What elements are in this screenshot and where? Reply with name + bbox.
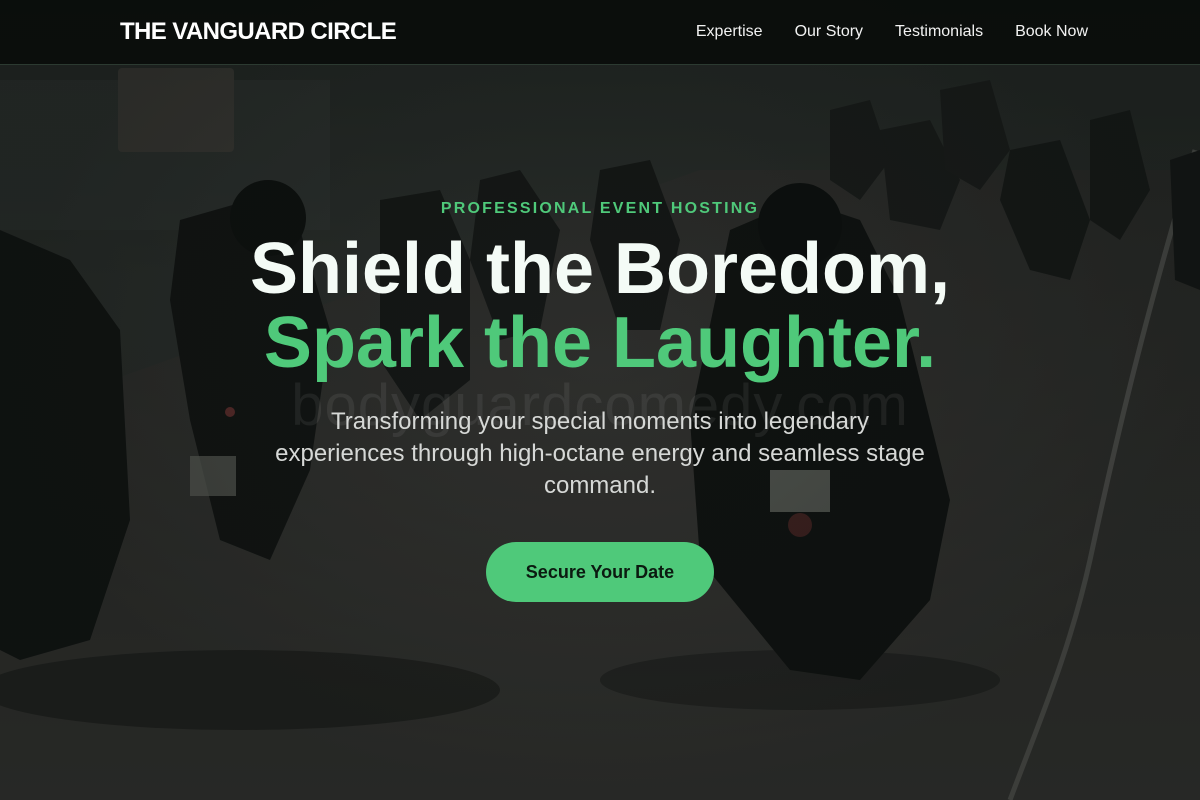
secure-your-date-button[interactable]: Secure Your Date bbox=[486, 542, 714, 602]
headline-line-2: Spark the Laughter. bbox=[263, 303, 937, 383]
nav-link-our-story[interactable]: Our Story bbox=[795, 23, 863, 41]
hero-eyebrow: PROFESSIONAL EVENT HOSTING bbox=[440, 200, 760, 217]
hero-headline: Shield the Boredom, Spark the Laughter. bbox=[0, 232, 1200, 380]
nav-link-expertise[interactable]: Expertise bbox=[696, 23, 763, 41]
nav-link-testimonials[interactable]: Testimonials bbox=[895, 23, 983, 41]
nav-link-book-now[interactable]: Book Now bbox=[1015, 23, 1088, 41]
hero-section: THE VANGUARD CIRCLE Expertise Our Story … bbox=[0, 0, 1200, 800]
headline-line-1: Shield the Boredom, bbox=[249, 229, 951, 309]
brand-logo[interactable]: THE VANGUARD CIRCLE bbox=[120, 18, 397, 46]
top-navbar: THE VANGUARD CIRCLE Expertise Our Story … bbox=[0, 0, 1200, 65]
nav-links: Expertise Our Story Testimonials Book No… bbox=[696, 23, 1088, 41]
hero-subtitle: Transforming your special moments into l… bbox=[275, 408, 925, 499]
hero-overlay bbox=[0, 0, 1200, 800]
